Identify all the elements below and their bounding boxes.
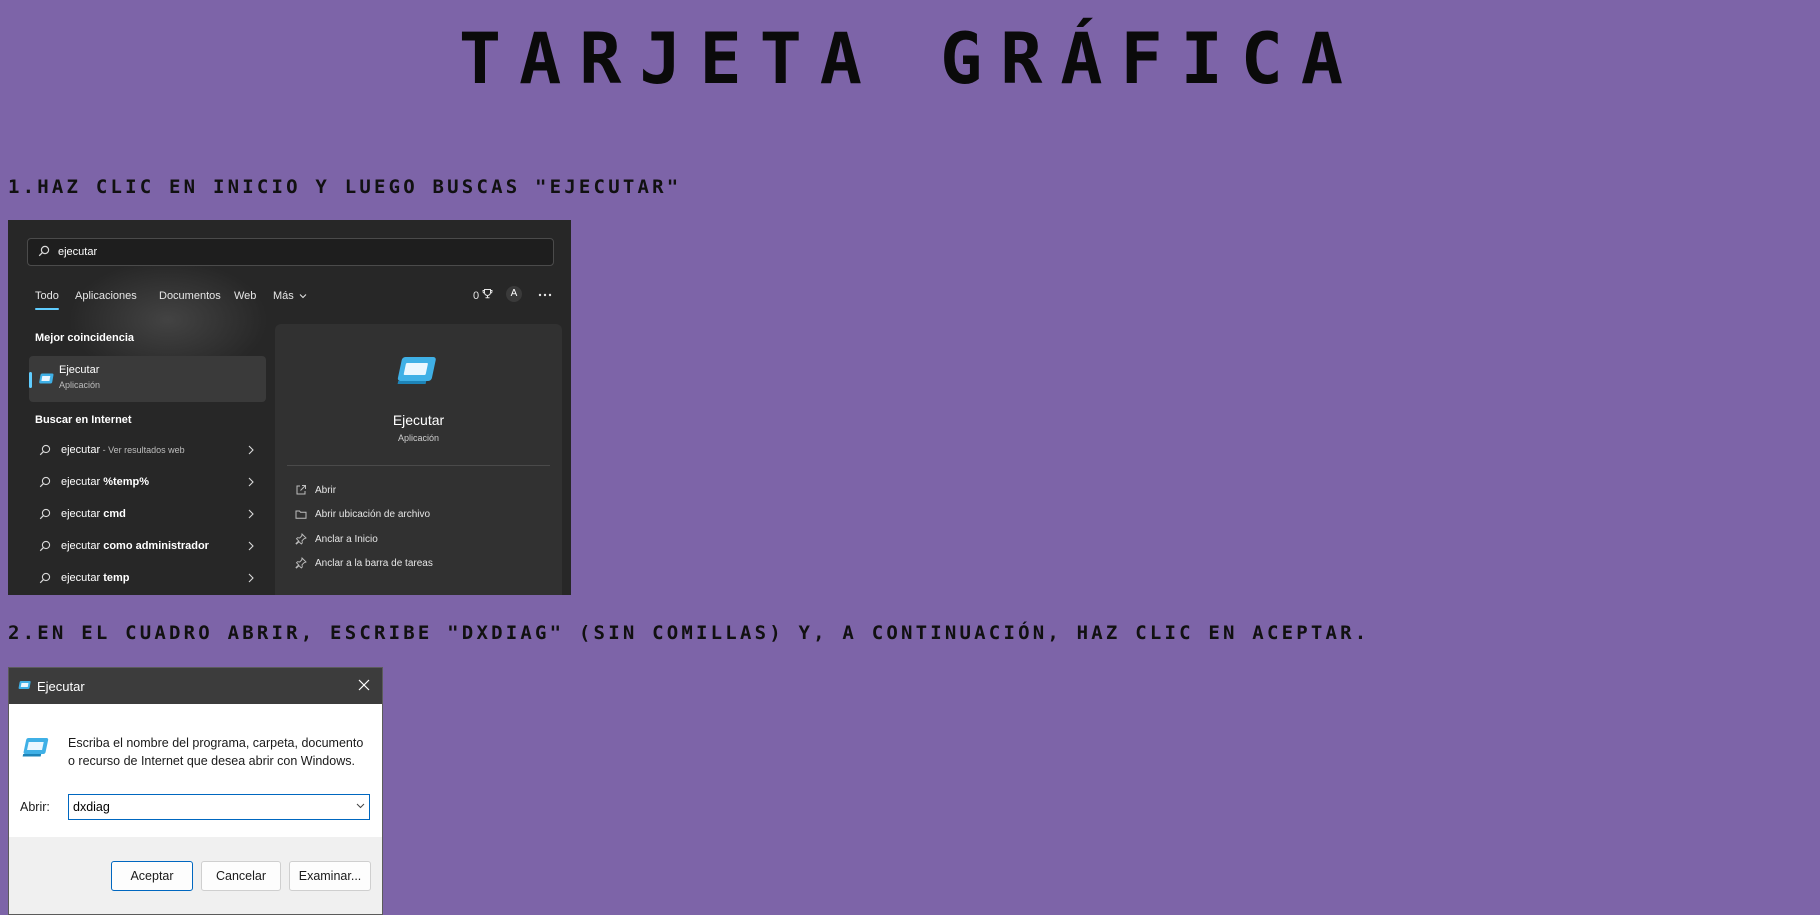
- best-match-heading: Mejor coincidencia: [35, 332, 135, 344]
- action-label: Abrir ubicación de archivo: [315, 509, 431, 520]
- cancel-button[interactable]: Cancelar: [201, 861, 281, 891]
- web-result-bold: como administrador: [103, 540, 209, 552]
- rewards-points-value: 0: [473, 290, 480, 302]
- tab-todo[interactable]: Todo: [35, 290, 59, 310]
- search-box[interactable]: [27, 238, 554, 266]
- open-label: Abrir:: [20, 800, 50, 814]
- web-result-prefix: ejecutar: [61, 508, 104, 520]
- tab-mas[interactable]: Más: [273, 290, 307, 302]
- ok-button[interactable]: Aceptar: [111, 861, 193, 891]
- web-result-prefix: ejecutar: [61, 476, 104, 488]
- avatar[interactable]: A: [506, 286, 522, 302]
- web-result-item[interactable]: ejecutar cmd: [35, 504, 266, 528]
- pin-icon: [295, 533, 307, 545]
- web-result-bold: temp: [103, 572, 130, 584]
- action-label: Anclar a la barra de tareas: [315, 558, 433, 569]
- app-detail-panel: Ejecutar Aplicación Abrir Abrir ubicació…: [275, 324, 562, 595]
- chevron-right-icon: [248, 541, 254, 551]
- chevron-down-icon: [299, 294, 307, 299]
- tab-web[interactable]: Web: [234, 290, 256, 302]
- dialog-body: Escriba el nombre del programa, carpeta,…: [9, 704, 382, 837]
- search-input[interactable]: [58, 243, 538, 261]
- pin-icon: [295, 557, 307, 569]
- open-external-icon: [296, 485, 306, 495]
- dialog-description: Escriba el nombre del programa, carpeta,…: [68, 736, 364, 768]
- step-1-instruction: 1.HAZ CLIC EN INICIO Y LUEGO BUSCAS "EJE…: [8, 176, 682, 198]
- rewards-points[interactable]: 0: [473, 288, 493, 302]
- dialog-titlebar: Ejecutar: [9, 668, 382, 704]
- web-search-heading: Buscar en Internet: [35, 414, 132, 426]
- run-app-icon: [18, 681, 31, 689]
- tab-documentos[interactable]: Documentos: [159, 290, 221, 302]
- search-icon: [39, 444, 51, 456]
- search-icon: [39, 476, 51, 488]
- run-app-icon: [22, 738, 49, 757]
- chevron-right-icon: [248, 573, 254, 583]
- web-result-prefix: ejecutar: [61, 572, 104, 584]
- folder-icon: [295, 510, 307, 519]
- chevron-right-icon: [248, 509, 254, 519]
- search-icon: [39, 508, 51, 520]
- web-result-prefix: ejecutar: [61, 444, 101, 456]
- search-icon: [39, 572, 51, 584]
- run-app-icon: [39, 373, 54, 384]
- search-icon: [39, 540, 51, 552]
- best-match-kind: Aplicación: [59, 380, 101, 390]
- chevron-down-icon[interactable]: [356, 803, 365, 809]
- action-label: Anclar a Inicio: [315, 534, 378, 545]
- run-app-icon: [397, 357, 436, 384]
- action-label: Abrir: [315, 485, 337, 496]
- best-match-result[interactable]: Ejecutar Aplicación: [29, 356, 266, 402]
- web-result-sub: - Ver resultados web: [100, 445, 185, 455]
- tab-aplicaciones[interactable]: Aplicaciones: [75, 290, 137, 302]
- search-icon: [38, 245, 50, 257]
- selection-indicator: [29, 372, 32, 388]
- windows-search-screenshot: Todo Aplicaciones Documentos Web Más 0 A…: [8, 220, 571, 595]
- open-combobox[interactable]: [68, 794, 370, 820]
- web-result-bold: cmd: [103, 508, 126, 520]
- dialog-title: Ejecutar: [37, 679, 85, 694]
- step-2-instruction: 2.EN EL CUADRO ABRIR, ESCRIBE "DXDIAG" (…: [8, 622, 1370, 644]
- page-title: TARJETA GRÁFICA: [458, 18, 1362, 100]
- web-result-bold: %temp%: [103, 476, 150, 488]
- chevron-right-icon: [248, 477, 254, 487]
- browse-button[interactable]: Examinar...: [289, 861, 371, 891]
- tab-mas-label: Más: [273, 290, 294, 302]
- web-result-item[interactable]: ejecutar %temp%: [35, 472, 266, 496]
- more-options-icon[interactable]: [538, 293, 552, 297]
- detail-app-name: Ejecutar: [392, 412, 445, 428]
- best-match-name: Ejecutar: [59, 364, 100, 376]
- chevron-right-icon: [248, 445, 254, 455]
- run-dialog-screenshot: Ejecutar Escriba el nombre del programa,…: [8, 667, 383, 915]
- web-result-item[interactable]: ejecutar temp: [35, 568, 266, 592]
- web-result-item[interactable]: ejecutar - Ver resultados web: [35, 440, 266, 464]
- trophy-icon: [482, 289, 493, 299]
- open-input[interactable]: [73, 799, 343, 815]
- close-icon[interactable]: [356, 677, 372, 693]
- web-result-prefix: ejecutar: [61, 540, 104, 552]
- divider: [287, 465, 550, 466]
- web-result-item[interactable]: ejecutar como administrador: [35, 536, 266, 560]
- detail-app-kind: Aplicación: [397, 433, 440, 443]
